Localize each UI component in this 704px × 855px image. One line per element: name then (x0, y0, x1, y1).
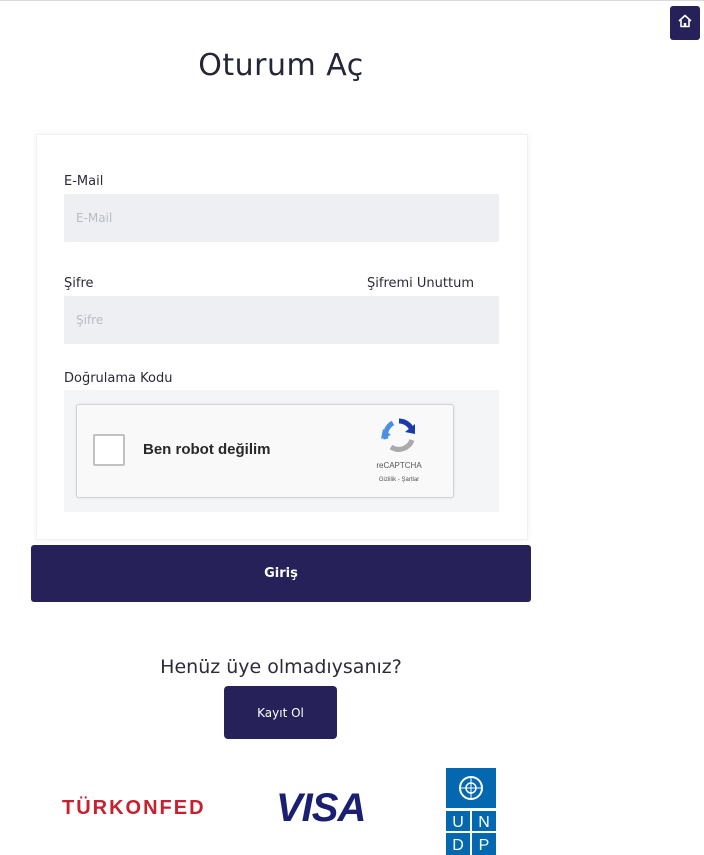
home-button[interactable] (670, 6, 700, 40)
undp-logo: U N D P (446, 768, 496, 855)
recaptcha-brand: reCAPTCHA (376, 461, 422, 470)
recaptcha-checkbox[interactable] (93, 434, 125, 466)
password-field[interactable] (64, 296, 499, 344)
visa-logo: VISA (276, 786, 366, 830)
turkonfed-logo: TÜRKONFED (62, 797, 206, 819)
register-prompt: Henüz üye olmadıysanız? (160, 656, 402, 678)
password-label: Şifre (64, 276, 94, 291)
email-label: E-Mail (64, 174, 104, 189)
email-field[interactable] (64, 194, 499, 242)
undp-letter-p: P (479, 837, 490, 854)
recaptcha-terms[interactable]: Gizlilik - Şartlar (357, 477, 441, 483)
recaptcha-checkbox-label: Ben robot değilim (143, 441, 271, 458)
login-button[interactable]: Giriş (31, 545, 531, 602)
undp-letter-d: D (452, 837, 464, 854)
undp-letter-u: U (452, 814, 464, 831)
home-icon (677, 13, 693, 33)
page-title: Oturum Aç (198, 48, 364, 83)
captcha-label: Doğrulama Kodu (64, 371, 173, 386)
top-divider (0, 0, 704, 1)
recaptcha-logo-icon (369, 415, 429, 455)
recaptcha-widget: Ben robot değilim reCAPTCHA Gizlilik - Ş… (76, 404, 454, 498)
register-button[interactable]: Kayıt Ol (224, 686, 337, 739)
forgot-password-link[interactable]: Şifremi Unuttum (367, 276, 474, 291)
undp-letter-n: N (478, 814, 490, 831)
